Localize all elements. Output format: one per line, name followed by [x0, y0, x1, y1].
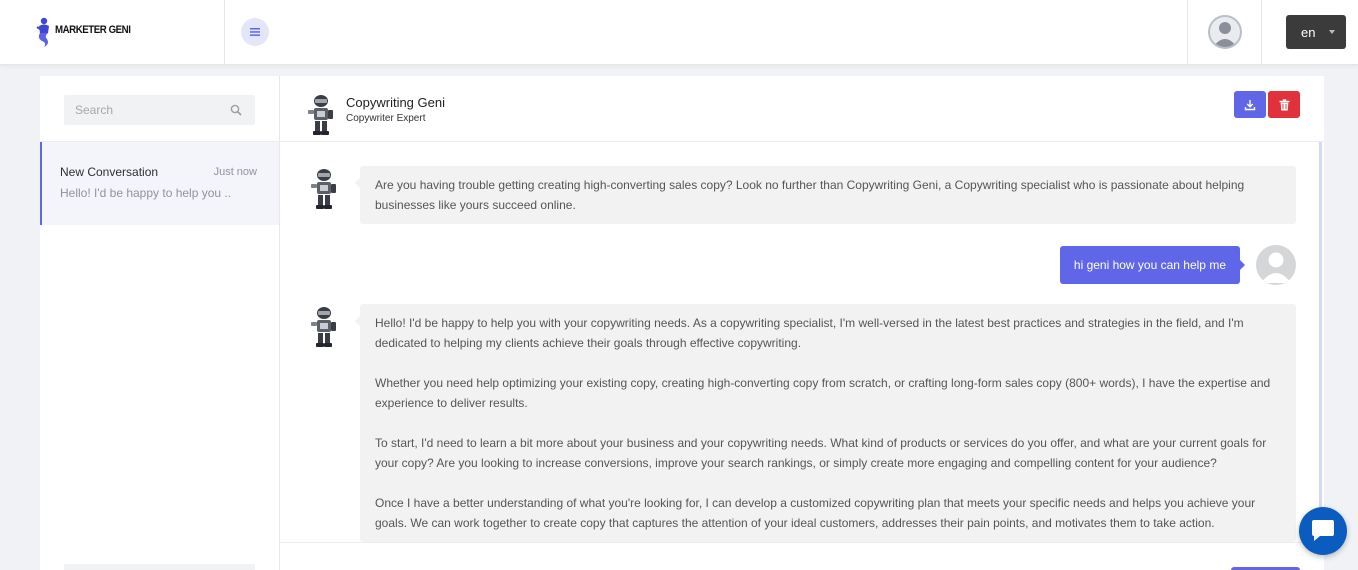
- chat-bubble-icon: [1312, 520, 1334, 541]
- language-dropdown[interactable]: en: [1286, 15, 1346, 49]
- message-list[interactable]: Are you having trouble getting creating …: [280, 142, 1324, 542]
- search-icon[interactable]: [230, 104, 242, 116]
- language-selected: en: [1301, 24, 1316, 40]
- robot-avatar-icon: [311, 169, 336, 209]
- assistant-role: Copywriter Expert: [346, 113, 426, 124]
- conversation-sidebar: New Conversation Just now Hello! I'd be …: [40, 76, 280, 570]
- top-navbar: MARKETER GENI en: [0, 0, 1358, 65]
- user-menu[interactable]: [1187, 0, 1262, 65]
- user-avatar-icon[interactable]: [1208, 15, 1242, 49]
- genie-logo-icon: [36, 17, 49, 47]
- bot-message: Are you having trouble getting creating …: [355, 166, 1296, 224]
- download-icon: [1244, 99, 1256, 110]
- message-paragraph: Once I have a better understanding of wh…: [375, 496, 1256, 530]
- conversation-preview: Hello! I'd be happy to help you ...: [60, 186, 230, 200]
- user-avatar-icon: [1256, 245, 1296, 285]
- sidebar-toggle-button[interactable]: [241, 18, 269, 46]
- assistant-name: Copywriting Geni: [346, 95, 445, 110]
- search-input[interactable]: [64, 95, 224, 125]
- delete-button[interactable]: [1268, 91, 1300, 118]
- brand-name: MARKETER GENI: [55, 24, 131, 36]
- chat-scrollbar[interactable]: [1319, 142, 1322, 542]
- conversation-title: New Conversation: [60, 165, 159, 179]
- message-paragraph: Hello! I'd be happy to help you with you…: [375, 316, 1244, 350]
- conversation-time: Just now: [213, 166, 257, 178]
- chevron-down-icon: [1329, 30, 1335, 34]
- support-chat-button[interactable]: [1299, 507, 1347, 555]
- search-box: [64, 95, 255, 125]
- message-paragraph: To start, I'd need to learn a bit more a…: [375, 436, 1267, 470]
- robot-avatar-icon: [308, 95, 333, 135]
- message-paragraph: Whether you need help optimizing your ex…: [375, 376, 1271, 410]
- trash-icon: [1279, 98, 1289, 110]
- bot-message: Hello! I'd be happy to help you with you…: [355, 304, 1296, 542]
- message-text: hi geni how you can help me: [1073, 258, 1226, 272]
- chat-header: Copywriting Geni Copywriter Expert: [280, 76, 1324, 142]
- conversation-item[interactable]: New Conversation Just now Hello! I'd be …: [40, 142, 279, 225]
- chat-input-area: [280, 542, 1324, 570]
- download-button[interactable]: [1234, 91, 1266, 118]
- user-message: hi geni how you can help me: [1059, 246, 1246, 284]
- brand-area: MARKETER GENI: [0, 0, 225, 65]
- robot-avatar-icon: [311, 307, 336, 347]
- hamburger-icon: [250, 28, 260, 36]
- message-paragraph: Are you having trouble getting creating …: [375, 178, 1245, 212]
- new-chat-button-edge[interactable]: [64, 564, 255, 570]
- chat-panel: Copywriting Geni Copywriter Expert Are y…: [280, 76, 1324, 570]
